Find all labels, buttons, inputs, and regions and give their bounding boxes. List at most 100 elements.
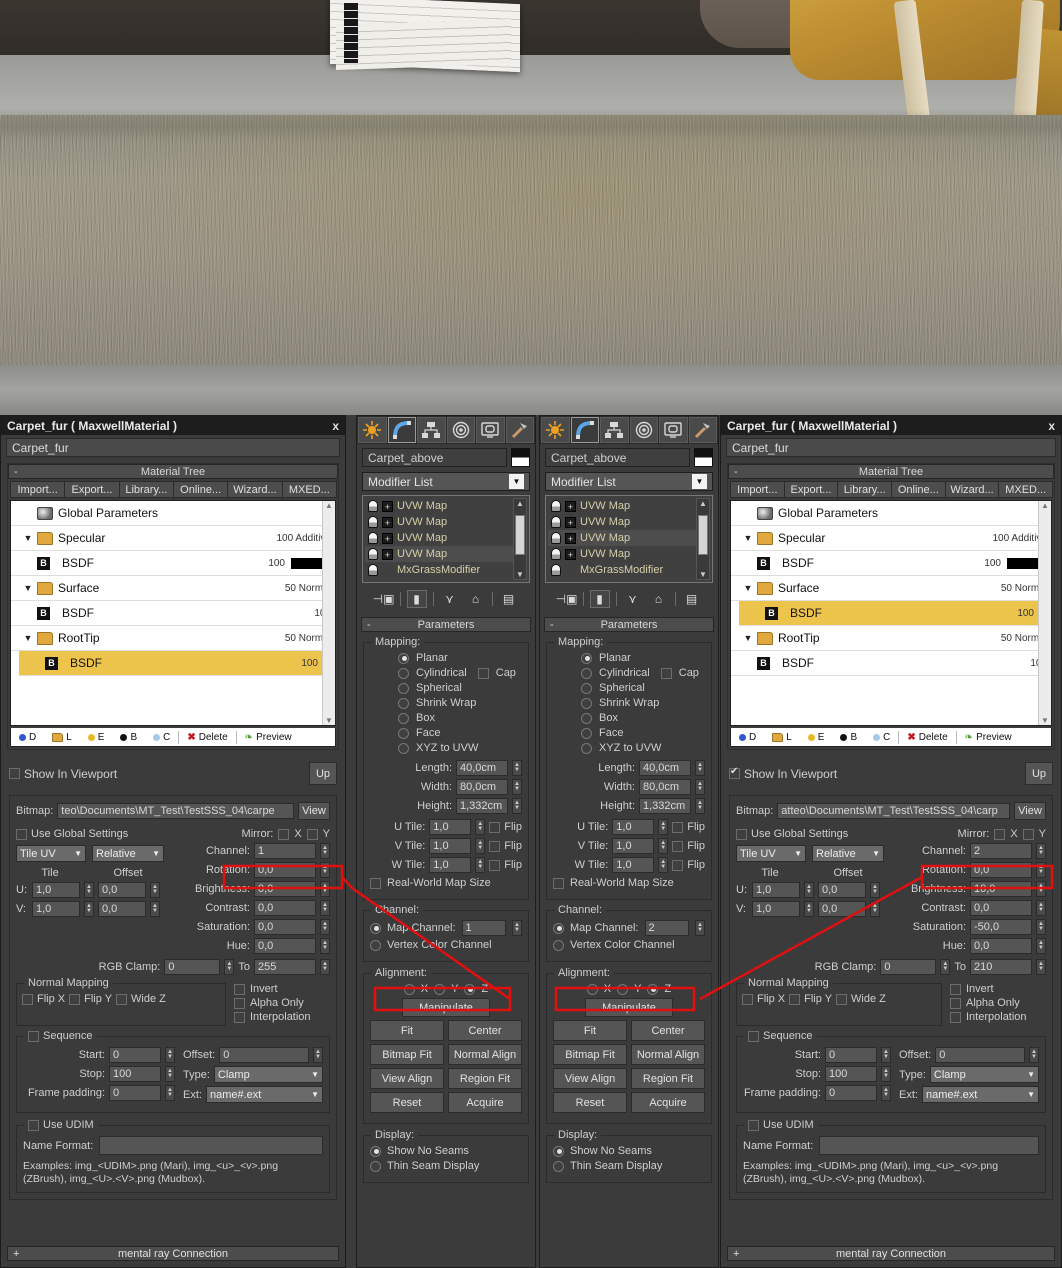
real-world-map-size-checkbox-right[interactable]	[553, 877, 564, 889]
mirror-y-checkbox-left[interactable]	[306, 828, 318, 840]
object-color-swatch-left[interactable]	[511, 448, 530, 467]
rollout-collapse-icon[interactable]: -	[367, 619, 371, 631]
u-tile-spinner-right[interactable]: ▲ ▼	[804, 882, 814, 898]
sequence-checkbox-right[interactable]	[748, 1030, 759, 1042]
table-row[interactable]: B BSDF 100	[11, 601, 335, 626]
tree-scrollbar-left[interactable]: ▲ ▼	[322, 501, 335, 725]
align-z-radio-left[interactable]	[464, 983, 476, 995]
v-offset-spinner-right[interactable]: ▲ ▼	[870, 901, 880, 917]
expand-icon[interactable]: +	[382, 548, 393, 560]
lightbulb-icon[interactable]	[551, 548, 561, 560]
rgb-clamp-to-field-right[interactable]: 210	[970, 959, 1032, 975]
cap-checkbox-right[interactable]	[660, 667, 672, 679]
w-flip-checkbox-right[interactable]	[672, 859, 684, 871]
modifier-list-dropdown-left[interactable]: Modifier List ▼	[362, 472, 530, 491]
align-x-radio-right[interactable]	[586, 983, 598, 995]
tree-scrollbar-right[interactable]: ▲ ▼	[1038, 501, 1051, 725]
seq-offset-field-right[interactable]: 0	[935, 1047, 1025, 1063]
list-item-selected[interactable]: + UVW Map	[365, 546, 527, 562]
configure-modifier-sets-icon-right[interactable]: ▤	[682, 590, 702, 608]
v-offset-field-right[interactable]: 0,0	[818, 901, 866, 917]
frame-padding-field-left[interactable]: 0	[109, 1085, 161, 1101]
flip-y-checkbox-right[interactable]	[789, 993, 801, 1005]
saturation-field-right[interactable]: -50,0	[970, 919, 1032, 935]
use-udim-checkbox-right[interactable]	[748, 1119, 759, 1131]
table-row[interactable]: ▼ Specular 100 Additive	[731, 526, 1051, 551]
library-button-right[interactable]: Library...	[837, 481, 893, 498]
view-align-button-right[interactable]: View Align	[553, 1068, 627, 1089]
channel-spinner-right[interactable]: ▲ ▼	[1036, 843, 1046, 859]
list-item[interactable]: + UVW Map	[365, 498, 527, 514]
use-udim-checkbox-left[interactable]	[28, 1119, 39, 1131]
table-row-selected[interactable]: B BSDF 100	[739, 601, 1038, 626]
channel-spinner-left[interactable]: ▲ ▼	[320, 843, 330, 859]
view-button-left[interactable]: View	[298, 802, 330, 820]
table-row[interactable]: Global Parameters	[11, 501, 335, 526]
list-item[interactable]: + UVW Map	[548, 546, 710, 562]
motion-tab-left[interactable]	[446, 417, 475, 443]
normal-align-button-left[interactable]: Normal Align	[448, 1044, 522, 1065]
mapping-radio-shrinkwrap-left[interactable]	[398, 697, 409, 709]
contrast-spinner-right[interactable]: ▲ ▼	[1036, 900, 1046, 916]
frame-padding-spinner-left[interactable]: ▲ ▼	[165, 1085, 175, 1101]
brightness-spinner-left[interactable]: ▲ ▼	[320, 881, 330, 897]
frame-padding-field-right[interactable]: 0	[825, 1085, 877, 1101]
wizard-button-left[interactable]: Wizard...	[227, 481, 283, 498]
library-button-left[interactable]: Library...	[118, 481, 174, 498]
table-row[interactable]: ▼ RootTip 50 Normal	[731, 626, 1051, 651]
region-fit-button-right[interactable]: Region Fit	[631, 1068, 705, 1089]
mxed-button-right[interactable]: MXED...	[998, 481, 1054, 498]
real-world-map-size-checkbox-left[interactable]	[370, 877, 381, 889]
w-flip-checkbox-left[interactable]	[489, 859, 501, 871]
length-spinner-left[interactable]: ▲ ▼	[512, 760, 522, 776]
rgb-clamp-from-field-left[interactable]: 0	[164, 959, 221, 975]
mapping-radio-planar-left[interactable]	[398, 652, 409, 664]
expand-icon[interactable]: +	[565, 532, 576, 544]
align-y-radio-right[interactable]	[617, 983, 629, 995]
rotation-field-right[interactable]: 0,0	[970, 862, 1032, 878]
u-tile-spinner-left[interactable]: ▲ ▼	[84, 882, 94, 898]
map-channel-radio-left[interactable]	[370, 922, 381, 934]
u-offset-spinner-left[interactable]: ▲ ▼	[150, 882, 160, 898]
v-tile-spinner-left[interactable]: ▲ ▼	[84, 901, 94, 917]
tile-mode-dropdown-left[interactable]: Tile UV ▼	[16, 845, 86, 862]
w-tile-field-cp-left[interactable]: 1,0	[429, 857, 472, 873]
mapping-radio-xyztouvw-left[interactable]	[398, 742, 409, 754]
mapping-radio-cylindrical-right[interactable]	[581, 667, 592, 679]
mirror-x-checkbox-right[interactable]	[994, 828, 1006, 840]
object-name-field-right[interactable]: Carpet_above	[545, 448, 690, 467]
material-name-field-right[interactable]: Carpet_fur	[726, 438, 1056, 457]
offset-mode-dropdown-right[interactable]: Relative ▼	[812, 845, 884, 862]
manipulate-button-right[interactable]: Manipulate	[585, 998, 673, 1017]
show-in-viewport-checkbox-left[interactable]	[9, 768, 20, 779]
v-offset-field-left[interactable]: 0,0	[98, 901, 146, 917]
twisty-icon[interactable]: ▼	[739, 533, 757, 543]
make-unique-icon-right[interactable]: ⋎	[623, 590, 643, 608]
rgb-clamp-to-spinner-left[interactable]: ▲ ▼	[320, 959, 330, 975]
list-item[interactable]: + UVW Map	[548, 498, 710, 514]
twisty-icon[interactable]: ▼	[19, 583, 37, 593]
alpha-only-checkbox-right[interactable]	[950, 997, 961, 1009]
align-y-radio-left[interactable]	[434, 983, 446, 995]
seq-offset-field-left[interactable]: 0	[219, 1047, 309, 1063]
lightbulb-icon[interactable]	[368, 516, 378, 528]
hierarchy-tab-right[interactable]	[600, 417, 629, 443]
material-tree-right[interactable]: Global Parameters ▼ Specular 100 Additiv…	[730, 500, 1052, 726]
fit-button-left[interactable]: Fit	[370, 1020, 444, 1041]
delete-button-right[interactable]: ✖ Delete	[899, 732, 955, 743]
height-spinner-right[interactable]: ▲ ▼	[695, 798, 705, 814]
rotation-field-left[interactable]: 0,0	[254, 862, 316, 878]
map-channel-field-left[interactable]: 1	[461, 920, 506, 936]
brightness-spinner-right[interactable]: ▲ ▼	[1036, 881, 1046, 897]
u-flip-checkbox-left[interactable]	[489, 821, 501, 833]
align-x-radio-left[interactable]	[403, 983, 415, 995]
scroll-down-icon[interactable]: ▼	[325, 716, 333, 725]
map-channel-spinner-right[interactable]: ▲ ▼	[695, 920, 705, 936]
stop-spinner-left[interactable]: ▲ ▼	[165, 1066, 175, 1082]
length-field-left[interactable]: 40,0cm	[456, 760, 508, 776]
acquire-button-left[interactable]: Acquire	[448, 1092, 522, 1113]
display-tab-right[interactable]	[659, 417, 688, 443]
export-button-right[interactable]: Export...	[783, 481, 839, 498]
use-global-settings-checkbox-right[interactable]	[736, 828, 747, 840]
channel-field-right[interactable]: 2	[970, 843, 1032, 859]
